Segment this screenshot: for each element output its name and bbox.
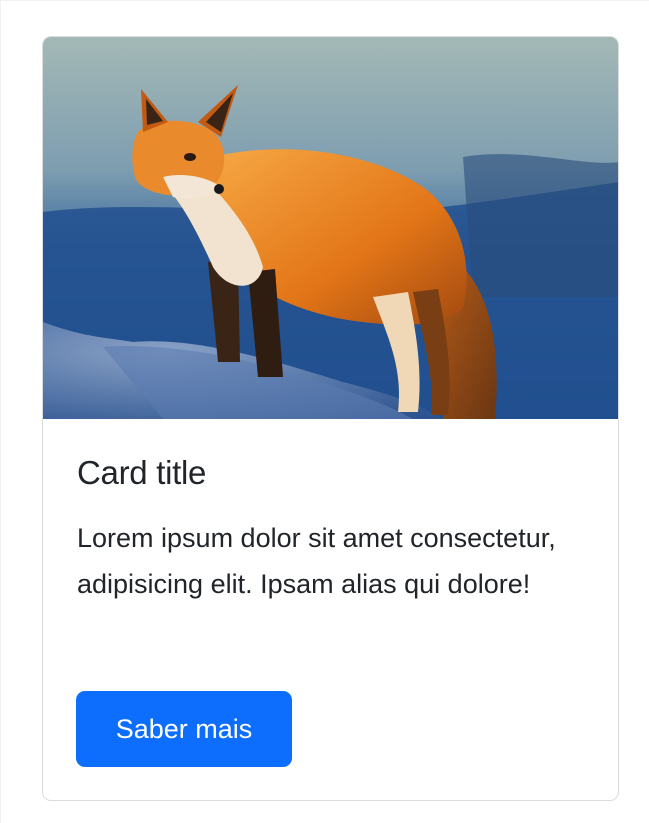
card-title: Card title xyxy=(77,454,207,491)
card-image xyxy=(43,37,618,419)
page-frame: Card title Lorem ipsum dolor sit amet co… xyxy=(0,0,649,823)
fox-photo-icon xyxy=(43,37,618,419)
saber-mais-button[interactable]: Saber mais xyxy=(76,691,292,767)
card: Card title Lorem ipsum dolor sit amet co… xyxy=(42,36,619,801)
card-text: Lorem ipsum dolor sit amet consectetur, … xyxy=(77,523,556,599)
card-body: Card title Lorem ipsum dolor sit amet co… xyxy=(77,453,588,607)
